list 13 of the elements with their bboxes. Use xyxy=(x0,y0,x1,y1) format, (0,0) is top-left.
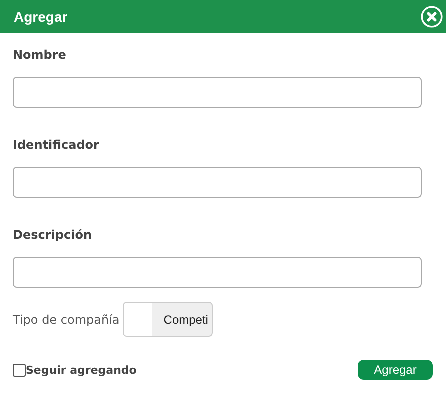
field-label: Descripción xyxy=(13,228,93,244)
input-field[interactable] xyxy=(13,257,422,288)
field-label: Tipo de compañía xyxy=(13,312,120,326)
close-icon[interactable] xyxy=(421,6,443,28)
input-field[interactable] xyxy=(13,77,422,108)
checkbox[interactable] xyxy=(13,364,26,376)
field-label: Identificador xyxy=(13,138,100,154)
add-button[interactable]: Agregar xyxy=(358,360,433,380)
field-label: Nombre xyxy=(13,48,68,64)
input-field[interactable] xyxy=(13,167,422,198)
toggle-switch[interactable]: Competi xyxy=(122,302,214,337)
window-title: Agregar xyxy=(14,8,68,24)
checkbox-label: Seguir agregando xyxy=(26,364,137,376)
